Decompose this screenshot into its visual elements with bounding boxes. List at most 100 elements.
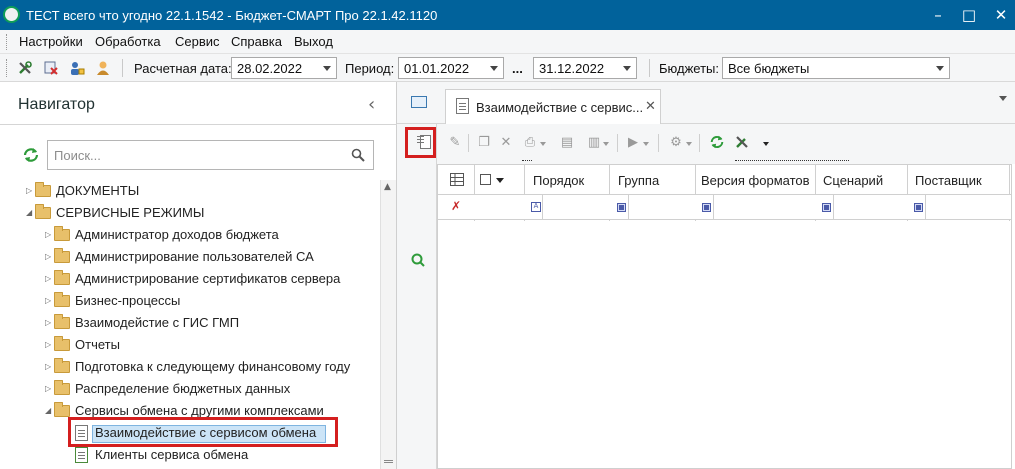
column-supplier[interactable]: Поставщик: [915, 173, 982, 188]
tree-item-certificates-admin[interactable]: ▷ Администрирование сертификатов сервера: [0, 268, 380, 290]
collapse-node-icon[interactable]: ◢: [45, 406, 51, 415]
chevron-down-icon[interactable]: [496, 178, 504, 183]
tree-item-next-year-prep[interactable]: ▷ Подготовка к следующему финансовому го…: [0, 356, 380, 378]
refresh-icon[interactable]: [22, 146, 40, 164]
filter-cell-divider: [628, 195, 629, 220]
user-lock-icon[interactable]: [67, 58, 87, 78]
chevron-down-icon[interactable]: [686, 142, 692, 146]
menu-exit[interactable]: Выход: [294, 34, 333, 49]
tools-icon[interactable]: [732, 132, 752, 152]
chevron-down-icon[interactable]: [323, 66, 331, 71]
filter-icon[interactable]: [617, 203, 626, 212]
chevron-down-icon[interactable]: [643, 142, 649, 146]
column-scenario[interactable]: Сценарий: [823, 173, 883, 188]
tree-item-exchange-clients[interactable]: Клиенты сервиса обмена: [0, 444, 380, 466]
columns-icon[interactable]: [450, 173, 464, 186]
tools-icon[interactable]: [15, 58, 35, 78]
collapse-icon[interactable]: ‹: [368, 94, 375, 115]
delete-settings-icon[interactable]: [41, 58, 61, 78]
copy-icon[interactable]: ❐: [474, 132, 494, 152]
budgets-field[interactable]: Все бюджеты: [722, 57, 950, 79]
navigator-toggle-icon[interactable]: [411, 96, 427, 108]
find-icon[interactable]: [411, 253, 425, 267]
refresh-icon[interactable]: [707, 132, 727, 152]
gear-icon[interactable]: ⚙: [666, 132, 686, 152]
filter-row: ✗ A: [438, 195, 1011, 220]
chevron-down-icon[interactable]: [603, 142, 609, 146]
expand-icon[interactable]: ▷: [45, 274, 51, 283]
budgets-value: Все бюджеты: [728, 61, 810, 76]
menu-help[interactable]: Справка: [231, 34, 282, 49]
clear-filter-icon[interactable]: ✗: [451, 199, 461, 213]
column-order[interactable]: Порядок: [533, 173, 584, 188]
filter-icon[interactable]: [822, 203, 831, 212]
tree-item-label: Сервисы обмена с другими комплексами: [75, 403, 324, 418]
calc-date-value: 28.02.2022: [237, 61, 303, 76]
expand-icon[interactable]: ▷: [45, 362, 51, 371]
chevron-down-icon[interactable]: [763, 142, 769, 146]
budgets-label: Бюджеты:: [659, 61, 719, 76]
column-group[interactable]: Группа: [618, 173, 659, 188]
folder-icon: [54, 314, 70, 329]
chevron-down-icon[interactable]: [490, 66, 498, 71]
document-icon: [456, 98, 469, 114]
search-input[interactable]: Поиск...: [47, 140, 374, 170]
text-filter-icon[interactable]: A: [531, 202, 541, 212]
maximize-icon[interactable]: □: [956, 4, 982, 26]
period-to-field[interactable]: 31.12.2022: [533, 57, 637, 79]
tabs-menu-icon[interactable]: [999, 96, 1007, 101]
print-icon[interactable]: ⎙: [520, 132, 540, 152]
splitter-handle[interactable]: [735, 160, 849, 163]
tree-item-label: Подготовка к следующему финансовому году: [75, 359, 351, 374]
chevron-down-icon[interactable]: [936, 66, 944, 71]
delete-icon[interactable]: ✕: [496, 132, 516, 152]
group-icon[interactable]: ▥: [584, 132, 604, 152]
scroll-thumb[interactable]: [384, 460, 393, 463]
menu-service[interactable]: Сервис: [175, 34, 220, 49]
folder-icon: [35, 182, 51, 197]
highlight-box: [405, 127, 436, 158]
expand-icon[interactable]: ▷: [26, 186, 32, 195]
menu-processing[interactable]: Обработка: [95, 34, 161, 49]
expand-icon[interactable]: ▷: [45, 296, 51, 305]
edit-icon[interactable]: ✎: [445, 132, 465, 152]
filter-icon[interactable]: [914, 203, 923, 212]
tree-item-data-distribution[interactable]: ▷ Распределение бюджетных данных: [0, 378, 380, 400]
tab-exchange-interaction[interactable]: Взаимодействие с сервис... ✕: [445, 89, 661, 125]
close-icon[interactable]: ✕: [988, 4, 1014, 26]
chevron-down-icon[interactable]: [623, 66, 631, 71]
collapse-node-icon[interactable]: ◢: [26, 208, 32, 217]
expand-icon[interactable]: ▷: [45, 318, 51, 327]
column-format-version[interactable]: Версия форматов: [701, 173, 810, 188]
expand-icon[interactable]: ▷: [45, 384, 51, 393]
tree-item-documents[interactable]: ▷ ДОКУМЕНТЫ: [0, 180, 380, 202]
toolbar-separator: [617, 134, 618, 152]
user-icon[interactable]: [93, 58, 113, 78]
expand-icon[interactable]: ▷: [45, 340, 51, 349]
expand-icon[interactable]: ▷: [45, 230, 51, 239]
export-icon[interactable]: ▶: [623, 132, 643, 152]
tree-item-gis-gmp[interactable]: ▷ Взаимодейстие с ГИС ГМП: [0, 312, 380, 334]
folder-open-icon: [35, 204, 51, 219]
scroll-up-icon[interactable]: ▲: [384, 182, 391, 192]
search-icon[interactable]: [351, 148, 365, 162]
expand-icon[interactable]: ▷: [45, 252, 51, 261]
filter-icon[interactable]: [702, 203, 711, 212]
minimize-icon[interactable]: –: [925, 4, 951, 26]
select-all-checkbox[interactable]: [480, 174, 491, 185]
tree-item-service-modes[interactable]: ◢ СЕРВИСНЫЕ РЕЖИМЫ: [0, 202, 380, 224]
close-tab-icon[interactable]: ✕: [645, 99, 656, 114]
tree-item-reports[interactable]: ▷ Отчеты: [0, 334, 380, 356]
tree-item-users-admin[interactable]: ▷ Администрирование пользователей СА: [0, 246, 380, 268]
attachments-icon[interactable]: ▤: [557, 132, 577, 152]
navigator-tree: ▷ ДОКУМЕНТЫ ◢ СЕРВИСНЫЕ РЕЖИМЫ ▷ Админис…: [0, 180, 380, 469]
period-from-field[interactable]: 01.01.2022: [398, 57, 504, 79]
tree-item-revenue-admin[interactable]: ▷ Администратор доходов бюджета: [0, 224, 380, 246]
search-placeholder: Поиск...: [54, 148, 101, 163]
menu-settings[interactable]: Настройки: [19, 34, 83, 49]
chevron-down-icon[interactable]: [540, 142, 546, 146]
calc-date-field[interactable]: 28.02.2022: [231, 57, 337, 79]
navigator-scrollbar[interactable]: ▲: [380, 180, 396, 469]
splitter-handle[interactable]: [522, 160, 532, 163]
tree-item-business-processes[interactable]: ▷ Бизнес-процессы: [0, 290, 380, 312]
